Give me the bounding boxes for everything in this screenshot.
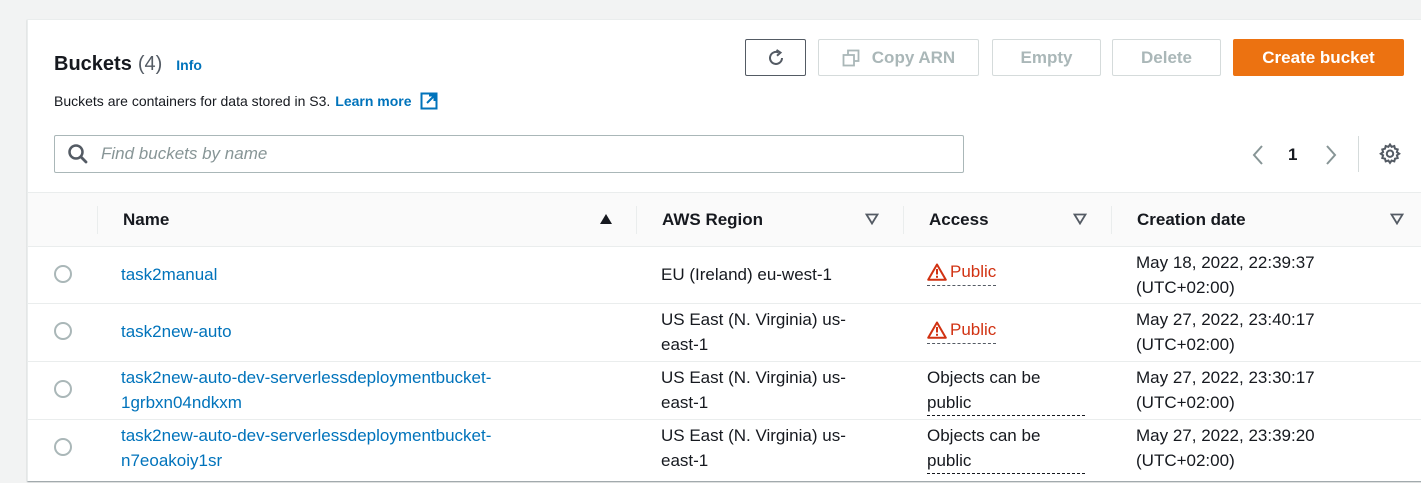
column-divider — [1111, 206, 1112, 234]
bucket-name-link[interactable]: task2new-auto — [121, 319, 232, 344]
learn-more-link[interactable]: Learn more — [335, 93, 411, 109]
creation-date-cell: May 27, 2022, 23:30:17 (UTC+02:00) — [1136, 368, 1315, 412]
creation-date-cell: May 18, 2022, 22:39:37 (UTC+02:00) — [1136, 253, 1315, 297]
row-select-radio[interactable] — [54, 438, 72, 456]
search-input[interactable] — [99, 143, 963, 165]
column-divider — [97, 206, 98, 234]
sort-descending-icon[interactable] — [865, 213, 879, 225]
info-link[interactable]: Info — [176, 57, 202, 73]
bucket-name-link[interactable]: task2new-auto-dev-serverlessdeploymentbu… — [121, 365, 491, 415]
table-row[interactable]: task2new-auto-dev-serverlessdeploymentbu… — [28, 362, 1421, 420]
external-link-icon[interactable] — [420, 92, 438, 110]
column-header-creation-date[interactable]: Creation date — [1137, 193, 1246, 246]
current-page-number[interactable]: 1 — [1288, 145, 1297, 165]
region-cell: US East (N. Virginia) us- east-1 — [661, 368, 846, 412]
settings-gear-icon[interactable] — [1379, 143, 1401, 165]
chevron-right-icon[interactable] — [1321, 143, 1341, 167]
create-bucket-button[interactable]: Create bucket — [1233, 39, 1404, 76]
access-public-badge[interactable]: Public — [927, 319, 997, 344]
sort-descending-icon[interactable] — [1073, 213, 1087, 225]
row-select-radio[interactable] — [54, 380, 72, 398]
warning-icon — [927, 321, 947, 339]
region-cell: US East (N. Virginia) us- east-1 — [661, 310, 846, 354]
empty-label: Empty — [1020, 47, 1073, 67]
create-bucket-label: Create bucket — [1262, 47, 1375, 67]
bucket-name-link[interactable]: task2new-auto-dev-serverlessdeploymentbu… — [121, 423, 491, 473]
buckets-panel: Buckets (4) Info Buckets are containers … — [27, 19, 1421, 481]
search-box[interactable] — [54, 135, 964, 173]
access-cell: Public — [927, 319, 997, 344]
copy-arn-button[interactable]: Copy ARN — [818, 39, 979, 76]
chevron-left-icon[interactable] — [1248, 143, 1268, 167]
column-divider — [903, 206, 904, 234]
row-select-radio[interactable] — [54, 322, 72, 340]
row-select-radio[interactable] — [54, 265, 72, 283]
table-header: Name AWS Region Access Creation date — [28, 192, 1421, 247]
copy-icon — [842, 49, 860, 66]
column-divider — [636, 206, 637, 234]
bucket-count: (4) — [137, 53, 163, 75]
page-description: Buckets are containers for data stored i… — [54, 92, 438, 110]
access-cell: Public — [927, 261, 997, 286]
search-icon — [68, 144, 88, 164]
sort-descending-icon[interactable] — [1390, 213, 1404, 225]
sort-ascending-icon[interactable] — [599, 213, 613, 225]
table-row[interactable]: task2new-auto US East (N. Virginia) us- … — [28, 304, 1421, 362]
page-title: Buckets (4) Info — [54, 53, 202, 76]
access-objects-public[interactable]: Objects can be public — [927, 423, 1085, 474]
column-header-region[interactable]: AWS Region — [662, 193, 763, 246]
access-public-badge[interactable]: Public — [927, 261, 997, 286]
copy-arn-label: Copy ARN — [871, 47, 956, 67]
creation-date-cell: May 27, 2022, 23:40:17 (UTC+02:00) — [1136, 310, 1315, 354]
column-header-name[interactable]: Name — [123, 193, 169, 246]
pagination-divider — [1358, 136, 1359, 172]
title-text: Buckets — [54, 53, 132, 75]
pagination: 1 — [1248, 141, 1358, 169]
delete-label: Delete — [1140, 47, 1193, 67]
description-text: Buckets are containers for data stored i… — [54, 93, 331, 109]
empty-button[interactable]: Empty — [992, 39, 1101, 76]
warning-icon — [927, 263, 947, 281]
delete-button[interactable]: Delete — [1112, 39, 1221, 76]
column-header-access[interactable]: Access — [929, 193, 989, 246]
refresh-icon — [768, 48, 783, 65]
table-row[interactable]: task2new-auto-dev-serverlessdeploymentbu… — [28, 420, 1421, 481]
access-objects-public[interactable]: Objects can be public — [927, 365, 1085, 416]
bucket-name-link[interactable]: task2manual — [121, 262, 217, 287]
table-row[interactable]: task2manual EU (Ireland) eu-west-1 Publi… — [28, 247, 1421, 304]
creation-date-cell: May 27, 2022, 23:39:20 (UTC+02:00) — [1136, 426, 1315, 470]
region-cell: US East (N. Virginia) us- east-1 — [661, 426, 846, 470]
region-cell: EU (Ireland) eu-west-1 — [661, 265, 833, 284]
refresh-button[interactable] — [745, 39, 806, 76]
